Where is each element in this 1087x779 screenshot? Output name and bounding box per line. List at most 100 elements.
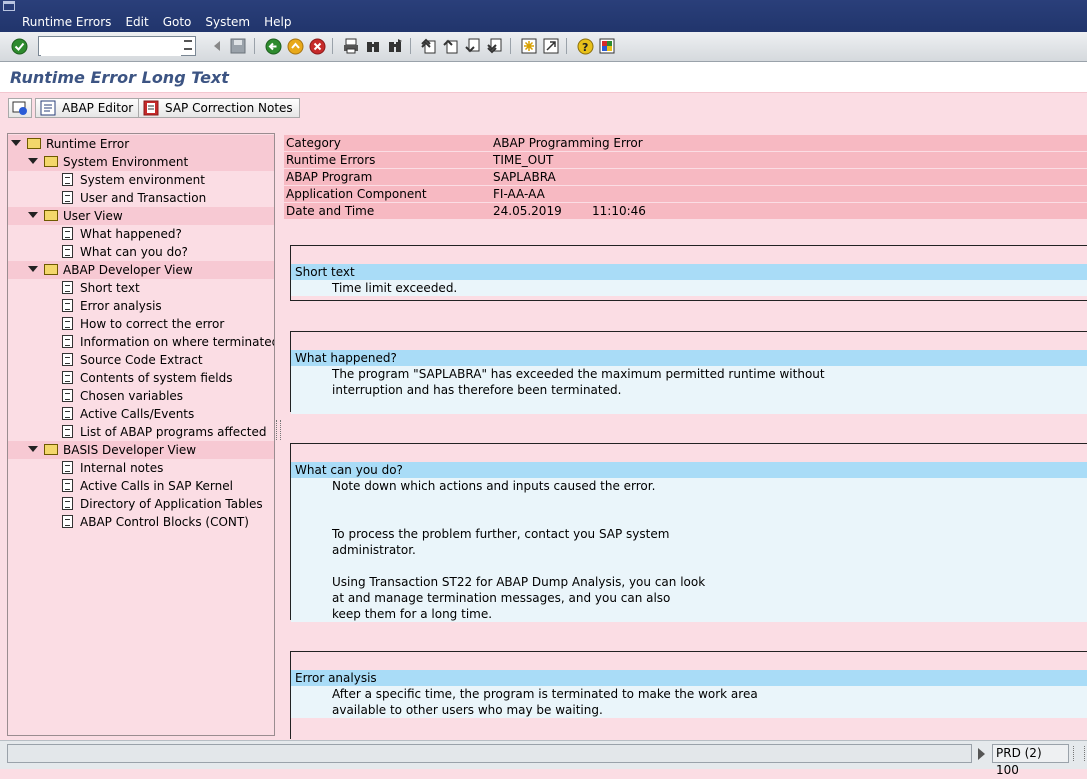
tree-node-abap-developer-view[interactable]: ABAP Developer View [8, 261, 274, 279]
tree-leaf[interactable]: Error analysis [8, 297, 274, 315]
document-icon [62, 497, 73, 510]
header-row: Date and Time 24.05.2019 11:10:46 [284, 203, 1087, 220]
section-line: Using Transaction ST22 for ABAP Dump Ana… [291, 574, 1087, 590]
tree-leaf[interactable]: Active Calls in SAP Kernel [8, 477, 274, 495]
previous-page-icon[interactable] [442, 37, 460, 55]
section-line: interruption and has therefore been term… [291, 382, 1087, 398]
long-text-content: Category ABAP Programming Error Runtime … [281, 133, 1087, 739]
document-icon [62, 371, 73, 384]
menu-system[interactable]: System [205, 15, 250, 29]
debugger-button[interactable] [8, 98, 32, 118]
tree-leaf[interactable]: Contents of system fields [8, 369, 274, 387]
back-icon[interactable] [264, 37, 282, 55]
section-line [291, 494, 1087, 510]
document-icon [62, 317, 73, 330]
section-line: administrator. [291, 542, 1087, 558]
editor-icon [40, 100, 56, 116]
status-bar: PRD (2) 100 [0, 740, 1087, 777]
tree-leaf[interactable]: Internal notes [8, 459, 274, 477]
header-block: Category ABAP Programming Error Runtime … [284, 135, 1087, 220]
tree-leaf[interactable]: Information on where terminated [8, 333, 274, 351]
tree-node-system-environment[interactable]: System Environment [8, 153, 274, 171]
save-icon[interactable] [229, 37, 247, 55]
abap-editor-label: ABAP Editor [62, 101, 134, 115]
expand-triangle-icon[interactable] [28, 212, 38, 218]
resize-grip[interactable] [1073, 746, 1085, 761]
status-message-area[interactable] [7, 744, 972, 763]
find-icon[interactable] [364, 37, 382, 55]
document-icon [62, 281, 73, 294]
debugger-icon [12, 101, 27, 115]
document-icon [62, 461, 73, 474]
tree-node-user-view[interactable]: User View [8, 207, 274, 225]
document-icon [62, 407, 73, 420]
expand-triangle-icon[interactable] [28, 266, 38, 272]
document-icon [62, 479, 73, 492]
menu-goto[interactable]: Goto [163, 15, 192, 29]
create-session-icon[interactable] [520, 37, 538, 55]
section-line: at and manage termination messages, and … [291, 590, 1087, 606]
exit-icon[interactable] [286, 37, 304, 55]
status-expand-icon[interactable] [978, 748, 985, 760]
section-line [291, 510, 1087, 526]
tree-leaf[interactable]: Chosen variables [8, 387, 274, 405]
tree-leaf[interactable]: System environment [8, 171, 274, 189]
expand-triangle-icon[interactable] [28, 446, 38, 452]
page-title: Runtime Error Long Text [10, 68, 229, 87]
expand-triangle-icon[interactable] [11, 140, 21, 146]
cancel-icon[interactable] [308, 37, 326, 55]
tree-leaf[interactable]: Short text [8, 279, 274, 297]
section-short-text: Short text Time limit exceeded. [290, 245, 1087, 301]
tree-node-runtime-error[interactable]: Runtime Error [8, 135, 274, 153]
first-page-icon[interactable] [420, 37, 438, 55]
section-title: Error analysis [291, 670, 1087, 686]
shortcut-icon[interactable] [542, 37, 560, 55]
system-menu-icon[interactable] [3, 1, 15, 11]
svg-text:?: ? [582, 41, 588, 54]
tree-leaf[interactable]: Active Calls/Events [8, 405, 274, 423]
tree-leaf[interactable]: Directory of Application Tables [8, 495, 274, 513]
section-what-can-you-do: What can you do? Note down which actions… [290, 443, 1087, 622]
sap-notes-label: SAP Correction Notes [165, 101, 293, 115]
folder-open-icon [44, 264, 58, 275]
tree-leaf[interactable]: How to correct the error [8, 315, 274, 333]
tree-leaf[interactable]: User and Transaction [8, 189, 274, 207]
next-page-icon[interactable] [464, 37, 482, 55]
menu-help[interactable]: Help [264, 15, 291, 29]
scroll-back-icon[interactable] [208, 37, 226, 55]
tree-leaf[interactable]: Source Code Extract [8, 351, 274, 369]
expand-triangle-icon[interactable] [28, 158, 38, 164]
menu-edit[interactable]: Edit [125, 15, 148, 29]
section-line: keep them for a long time. [291, 606, 1087, 622]
abap-editor-button[interactable]: ABAP Editor [35, 98, 141, 118]
tree-node-basis-developer-view[interactable]: BASIS Developer View [8, 441, 274, 459]
tree-leaf[interactable]: List of ABAP programs affected [8, 423, 274, 441]
last-page-icon[interactable] [486, 37, 504, 55]
section-line [291, 558, 1087, 574]
tree-leaf[interactable]: What happened? [8, 225, 274, 243]
document-icon [62, 173, 73, 186]
enter-icon[interactable] [10, 37, 28, 55]
layout-menu-icon[interactable] [598, 37, 616, 55]
application-toolbar: ABAP Editor SAP Correction Notes [0, 93, 1087, 123]
standard-toolbar: ? [0, 32, 1087, 62]
find-next-icon[interactable] [386, 37, 404, 55]
header-row: Application Component FI-AA-AA [284, 186, 1087, 203]
tree-leaf[interactable]: ABAP Control Blocks (CONT) [8, 513, 274, 531]
sap-correction-notes-button[interactable]: SAP Correction Notes [138, 98, 300, 118]
tree-leaf[interactable]: What can you do? [8, 243, 274, 261]
command-input[interactable] [41, 38, 181, 56]
help-icon[interactable]: ? [576, 37, 594, 55]
section-what-happened: What happened? The program "SAPLABRA" ha… [290, 331, 1087, 414]
command-field[interactable] [38, 36, 196, 56]
section-line: Time limit exceeded. [291, 280, 1087, 296]
system-info[interactable]: PRD (2) 100 [992, 744, 1069, 777]
command-history-icon[interactable] [184, 40, 192, 50]
folder-open-icon [27, 138, 41, 149]
section-line: The program "SAPLABRA" has exceeded the … [291, 366, 1087, 382]
menu-runtime-errors[interactable]: Runtime Errors [22, 15, 111, 29]
print-icon[interactable] [342, 37, 360, 55]
folder-open-icon [44, 444, 58, 455]
section-line: After a specific time, the program is te… [291, 686, 1087, 702]
navigation-tree: Runtime Error System Environment System … [7, 133, 275, 736]
